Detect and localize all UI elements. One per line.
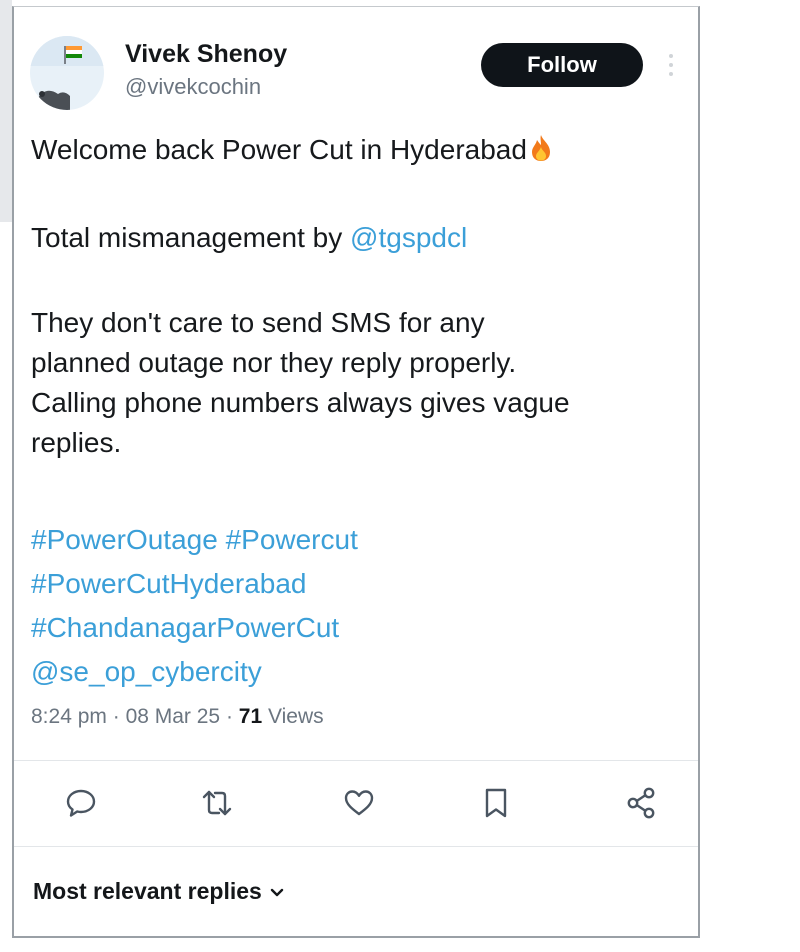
meta-separator: · — [106, 705, 126, 728]
views-count: 71 — [238, 705, 263, 728]
meta-separator: · — [220, 705, 239, 728]
tweet-meta: 8:24 pm · 08 Mar 25 · 71 Views — [31, 705, 324, 729]
tweet-body-line: Calling phone numbers always gives vague — [31, 387, 570, 418]
more-options-icon[interactable] — [666, 52, 676, 78]
mention-link[interactable]: @se_op_cybercity — [31, 650, 358, 694]
like-icon[interactable] — [339, 783, 379, 823]
user-handle[interactable]: @vivekcochin — [125, 74, 261, 100]
tweet-line-1-text: Welcome back Power Cut in Hyderabad — [31, 134, 527, 165]
tweet-line-2-text: Total mismanagement by — [31, 222, 351, 253]
replies-sort-label: Most relevant replies — [33, 878, 262, 904]
tweet-time[interactable]: 8:24 pm — [31, 705, 107, 728]
tweet-line-1: Welcome back Power Cut in Hyderabad — [31, 130, 691, 173]
chevron-down-icon — [270, 876, 284, 903]
divider — [14, 760, 698, 761]
retweet-icon[interactable] — [197, 783, 237, 823]
follow-button[interactable]: Follow — [481, 43, 643, 87]
views-label: Views — [262, 705, 324, 728]
tweet-body: They don't care to send SMS for any plan… — [31, 303, 691, 463]
divider — [14, 846, 698, 847]
replies-sort-dropdown[interactable]: Most relevant replies — [33, 876, 284, 905]
hashtag-link[interactable]: #PowerOutage #Powercut — [31, 518, 358, 562]
mention-tgspdcl-link[interactable]: @tgspdcl — [350, 222, 467, 253]
hashtag-link[interactable]: #ChandanagarPowerCut — [31, 606, 358, 650]
tweet-line-2: Total mismanagement by @tgspdcl — [31, 218, 691, 258]
background-strip — [0, 0, 12, 222]
display-name[interactable]: Vivek Shenoy — [125, 40, 287, 69]
fire-emoji-icon — [529, 133, 553, 173]
hashtag-block: #PowerOutage #Powercut #PowerCutHyderaba… — [31, 518, 358, 694]
hashtag-link[interactable]: #PowerCutHyderabad — [31, 562, 358, 606]
bookmark-icon[interactable] — [476, 783, 516, 823]
share-icon[interactable] — [621, 783, 661, 823]
tweet-body-line: They don't care to send SMS for any — [31, 307, 485, 338]
reply-icon[interactable] — [61, 783, 101, 823]
avatar[interactable] — [30, 36, 104, 110]
tweet-body-line: replies. — [31, 427, 122, 458]
tweet-date[interactable]: 08 Mar 25 — [126, 705, 221, 728]
tweet-body-line: planned outage nor they reply properly. — [31, 347, 517, 378]
